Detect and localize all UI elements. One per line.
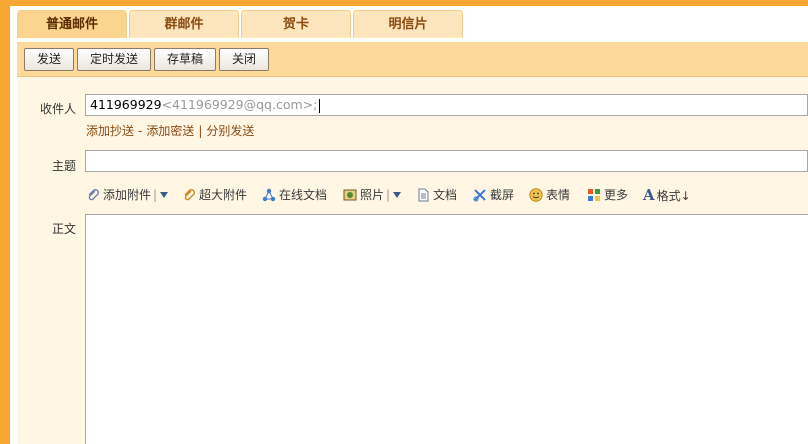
photo-icon [343, 189, 357, 201]
scheduled-send-button[interactable]: 定时发送 [77, 48, 151, 71]
save-draft-button[interactable]: 存草稿 [154, 48, 216, 71]
cc-separator: - [138, 124, 143, 138]
photo-button[interactable]: 照片 | [343, 186, 402, 203]
scissors-icon [473, 189, 486, 202]
body-editor[interactable] [85, 214, 808, 444]
document-label: 文档 [433, 188, 458, 202]
emoji-label: 表情 [546, 188, 571, 202]
emoji-button[interactable]: 表情 [529, 186, 570, 203]
tab-postcard[interactable]: 明信片 [353, 10, 463, 38]
large-attachment-label: 超大附件 [199, 188, 248, 202]
more-button[interactable]: 更多 [587, 186, 628, 203]
large-attachment-button[interactable]: 超大附件 [182, 186, 247, 203]
smiley-icon [529, 188, 543, 202]
document-icon [418, 188, 429, 202]
body-label: 正文 [51, 222, 76, 236]
format-a-icon: A [643, 186, 655, 204]
add-bcc-link[interactable]: 添加密送 [146, 124, 194, 138]
online-doc-button[interactable]: 在线文档 [262, 186, 327, 203]
recipient-options: 添加抄送 - 添加密送 | 分别发送 [86, 122, 254, 139]
screenshot-button[interactable]: 截屏 [473, 186, 514, 203]
tab-normal-mail[interactable]: 普通邮件 [17, 10, 127, 38]
tab-group-mail[interactable]: 群邮件 [129, 10, 239, 38]
chevron-down-icon[interactable] [159, 191, 169, 199]
tab-greeting-card[interactable]: 贺卡 [241, 10, 351, 38]
recipient-address: <411969929@qq.com>; [161, 97, 318, 112]
subject-label: 主题 [51, 159, 76, 173]
large-paperclip-icon [184, 189, 195, 201]
recipient-label: 收件人 [39, 102, 76, 116]
share-nodes-icon [262, 188, 276, 202]
document-button[interactable]: 文档 [416, 186, 457, 203]
format-button[interactable]: A 格式↓ [643, 186, 691, 204]
separate-send-link[interactable]: 分别发送 [206, 124, 254, 138]
text-caret [319, 98, 321, 113]
split-separator: | [198, 124, 203, 138]
grid-icon [588, 189, 600, 201]
recipient-name: 411969929 [90, 97, 162, 112]
more-label: 更多 [604, 188, 629, 202]
subject-input[interactable] [85, 150, 808, 172]
send-button[interactable]: 发送 [24, 48, 74, 71]
screenshot-label: 截屏 [490, 188, 515, 202]
add-cc-link[interactable]: 添加抄送 [86, 124, 134, 138]
paperclip-icon [88, 189, 99, 201]
add-attachment-label: 添加附件 [103, 188, 152, 202]
photo-chevron-down-icon[interactable] [392, 191, 402, 199]
recipient-field[interactable]: 411969929<411969929@qq.com>; [85, 94, 808, 116]
online-doc-label: 在线文档 [279, 188, 328, 202]
format-label: 格式↓ [656, 189, 691, 203]
add-attachment-button[interactable]: 添加附件 | [86, 186, 169, 203]
close-button[interactable]: 关闭 [219, 48, 269, 71]
photo-label: 照片 [360, 188, 385, 202]
